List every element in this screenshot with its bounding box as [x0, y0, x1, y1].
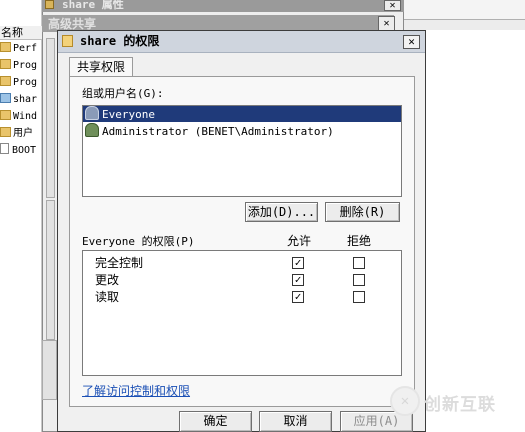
- allow-checkbox[interactable]: ✓: [292, 257, 304, 269]
- user-row-administrator[interactable]: Administrator (BENET\Administrator): [83, 123, 401, 139]
- advanced-window-frame: [46, 200, 55, 340]
- allow-checkbox[interactable]: ✓: [292, 274, 304, 286]
- watermark-logo-icon: ✕: [390, 386, 420, 416]
- deny-header: 拒绝: [347, 234, 372, 248]
- close-icon[interactable]: ✕: [378, 16, 395, 31]
- permission-name: 完全控制: [95, 256, 144, 270]
- properties-window-title: share 属性: [42, 0, 404, 12]
- folder-icon: [0, 59, 11, 69]
- cancel-button[interactable]: 取消: [259, 411, 332, 432]
- close-icon[interactable]: ✕: [384, 0, 401, 11]
- explorer-item[interactable]: Wind: [0, 108, 42, 125]
- allow-header: 允许: [287, 234, 312, 248]
- explorer-item[interactable]: Prog: [0, 74, 42, 91]
- watermark-text: 创新互联: [424, 395, 496, 415]
- background-window-edge: [404, 20, 525, 30]
- remove-button[interactable]: 删除(R): [325, 202, 400, 222]
- deny-checkbox[interactable]: [353, 291, 365, 303]
- explorer-item[interactable]: Prog: [0, 57, 42, 74]
- user-row-everyone[interactable]: Everyone: [83, 106, 401, 122]
- name-column-header[interactable]: 名称: [0, 26, 42, 40]
- properties-window-frame: [42, 340, 57, 400]
- explorer-item[interactable]: shar: [0, 91, 42, 108]
- advanced-window-frame: [46, 38, 55, 198]
- user-icon: [85, 123, 99, 137]
- explorer-item[interactable]: BOOT: [0, 142, 42, 159]
- explorer-item[interactable]: 用户: [0, 125, 42, 142]
- shared-folder-icon: [0, 93, 11, 103]
- background-content-area: [426, 30, 525, 432]
- allow-checkbox[interactable]: ✓: [292, 291, 304, 303]
- folder-icon: [45, 0, 54, 9]
- close-button[interactable]: ✕: [403, 35, 420, 49]
- folder-icon: [0, 110, 11, 120]
- file-icon: [0, 143, 9, 154]
- permission-name: 读取: [95, 290, 120, 304]
- permission-name: 更改: [95, 273, 120, 287]
- tab-share-permissions[interactable]: 共享权限: [69, 57, 133, 77]
- permissions-label: Everyone 的权限(P): [82, 235, 195, 248]
- folder-icon: [0, 127, 11, 137]
- group-icon: [85, 106, 99, 120]
- dialog-title: share 的权限: [80, 34, 160, 48]
- folder-icon: [62, 35, 73, 47]
- background-window-edge: [404, 0, 525, 20]
- explorer-item[interactable]: Perf: [0, 40, 42, 57]
- users-label: 组或用户名(G):: [82, 87, 164, 100]
- ok-button[interactable]: 确定: [179, 411, 252, 432]
- learn-access-control-link[interactable]: 了解访问控制和权限: [82, 384, 190, 398]
- folder-icon: [0, 42, 11, 52]
- folder-icon: [0, 76, 11, 86]
- add-button[interactable]: 添加(D)...: [245, 202, 318, 222]
- deny-checkbox[interactable]: [353, 274, 365, 286]
- deny-checkbox[interactable]: [353, 257, 365, 269]
